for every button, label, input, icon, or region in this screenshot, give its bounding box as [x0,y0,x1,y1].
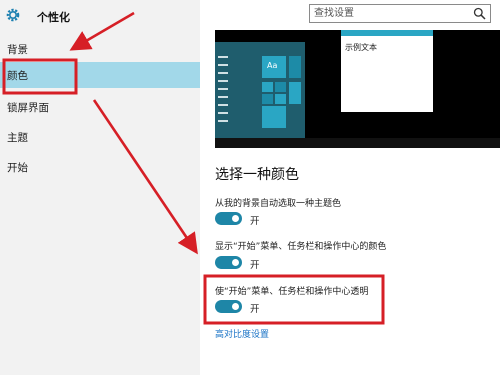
menu-line [218,88,228,90]
transparency-label: 使“开始”菜单、任务栏和操作中心透明 [215,287,369,297]
preview-tile [262,94,273,104]
preview-tile [275,94,286,104]
toggle-knob [232,259,239,266]
menu-line [218,120,228,122]
preview-tile [275,82,286,92]
menu-line [218,104,228,106]
section-heading: 选择一种颜色 [215,167,299,183]
page-title: 个性化 [37,11,70,24]
sidebar-item-label: 颜色 [7,70,28,82]
sidebar-item-lock-screen[interactable]: 锁屏界面 [0,94,200,120]
sidebar-item-label: 开始 [7,162,28,174]
preview-tile: Aa [262,56,286,78]
sidebar-item-label: 锁屏界面 [7,102,49,114]
color-preview: Aa 示例文本 [215,30,500,148]
sample-text: 示例文本 [345,43,377,52]
auto-accent-label: 从我的背景自动选取一种主题色 [215,199,342,209]
auto-accent-toggle[interactable] [215,212,242,225]
search-icon[interactable] [473,7,486,20]
sample-window: 示例文本 [341,30,433,112]
toggle-state-label: 开 [250,216,260,227]
preview-tile [262,106,286,128]
menu-line [218,56,228,58]
menu-line [218,96,228,98]
sidebar-item-background[interactable]: 背景 [0,36,200,62]
toggle-state-label: 开 [250,260,260,271]
sidebar-item-start[interactable]: 开始 [0,154,200,180]
preview-tile [289,56,301,78]
toggle-knob [232,303,239,310]
taskbar-preview [215,138,500,148]
show-color-toggle[interactable] [215,256,242,269]
high-contrast-link[interactable]: 高对比度设置 [215,327,269,340]
sidebar-item-colors[interactable]: 颜色 [0,62,200,88]
sidebar-item-themes[interactable]: 主题 [0,124,200,150]
gear-icon[interactable] [5,7,21,23]
toggle-knob [232,215,239,222]
toggle-state-label: 开 [250,304,260,315]
preview-tile [262,82,273,92]
sidebar-item-label: 主题 [7,132,28,144]
preview-tile [289,82,301,104]
menu-line [218,64,228,66]
menu-line [218,112,228,114]
search-box[interactable] [309,4,491,23]
sidebar: 个性化 背景 颜色 锁屏界面 主题 开始 [0,0,200,375]
transparency-toggle[interactable] [215,300,242,313]
menu-line [218,72,228,74]
start-menu-preview: Aa [215,42,305,138]
sidebar-item-label: 背景 [7,44,28,56]
menu-line [218,80,228,82]
search-input[interactable] [314,6,464,21]
show-color-label: 显示“开始”菜单、任务栏和操作中心的颜色 [215,242,387,252]
tile-label: Aa [267,61,278,70]
